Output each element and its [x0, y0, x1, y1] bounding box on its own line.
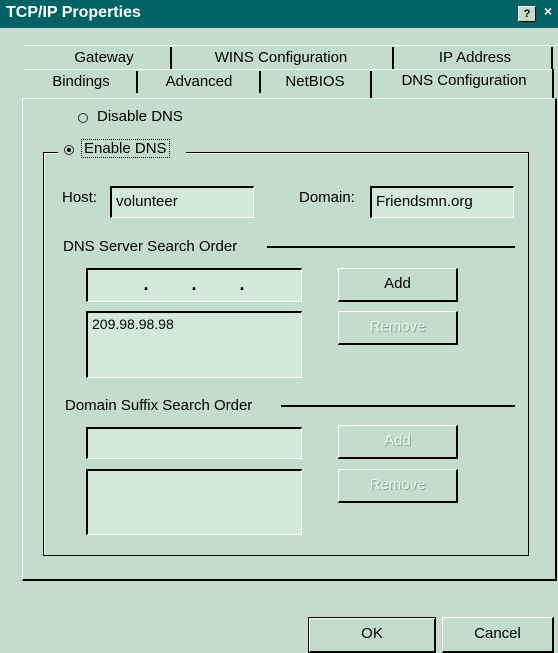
- help-button[interactable]: ?: [518, 6, 536, 22]
- remove-server-button[interactable]: Remove: [338, 311, 458, 345]
- enable-dns-radio[interactable]: Enable DNS: [58, 139, 186, 164]
- enable-dns-label: Enable DNS: [81, 139, 170, 158]
- dns-server-item[interactable]: 209.98.98.98: [92, 316, 301, 332]
- separator: [267, 246, 515, 248]
- domain-input[interactable]: Friendsmn.org: [370, 186, 514, 218]
- cancel-button[interactable]: Cancel: [442, 617, 554, 653]
- window-title: TCP/IP Properties: [6, 4, 141, 21]
- dns-server-order-label: DNS Server Search Order: [63, 238, 238, 255]
- title-bar[interactable]: TCP/IP Properties ? ×: [0, 0, 558, 28]
- domain-suffix-order-label: Domain Suffix Search Order: [65, 397, 253, 414]
- remove-server-label: Remove: [369, 318, 426, 335]
- tab-wins-configuration[interactable]: WINS Configuration: [183, 47, 379, 69]
- domain-label: Domain:: [299, 189, 355, 206]
- tab-advanced[interactable]: Advanced: [140, 71, 258, 93]
- ip-dots: . . .: [143, 274, 246, 294]
- domain-suffix-list[interactable]: [86, 469, 302, 535]
- tab-netbios[interactable]: NetBIOS: [262, 71, 368, 93]
- radio-on-icon: [64, 145, 74, 155]
- dns-server-ip-input[interactable]: . . .: [86, 268, 302, 302]
- disable-dns-label: Disable DNS: [97, 108, 183, 125]
- host-value: volunteer: [116, 193, 178, 210]
- add-server-button[interactable]: Add: [338, 268, 458, 302]
- add-suffix-button[interactable]: Add: [338, 425, 458, 459]
- tab-ip-address[interactable]: IP Address: [405, 47, 545, 69]
- add-server-label: Add: [384, 275, 411, 292]
- dns-server-list[interactable]: 209.98.98.98: [86, 311, 302, 378]
- tab-gateway[interactable]: Gateway: [50, 47, 158, 69]
- add-suffix-label: Add: [384, 432, 411, 449]
- host-input[interactable]: volunteer: [110, 186, 254, 218]
- separator: [281, 405, 515, 407]
- tab-bindings[interactable]: Bindings: [30, 71, 132, 93]
- remove-suffix-button[interactable]: Remove: [338, 469, 458, 503]
- ok-button[interactable]: OK: [308, 617, 436, 653]
- ok-label: OK: [361, 625, 383, 642]
- domain-suffix-input[interactable]: [86, 427, 302, 459]
- cancel-label: Cancel: [474, 625, 521, 642]
- domain-value: Friendsmn.org: [376, 193, 473, 210]
- host-label: Host:: [62, 189, 98, 206]
- close-button[interactable]: ×: [540, 4, 556, 18]
- radio-off-icon: [78, 113, 88, 123]
- remove-suffix-label: Remove: [369, 476, 426, 493]
- tab-dns-configuration[interactable]: DNS Configuration: [378, 70, 550, 92]
